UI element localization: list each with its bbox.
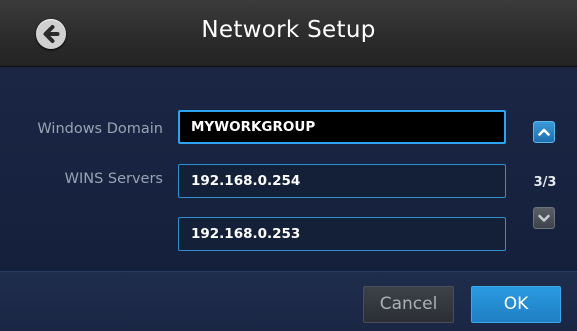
scroll-up-button[interactable] <box>533 121 555 143</box>
chevron-down-icon <box>538 214 550 222</box>
network-setup-screen: Network Setup Windows Domain WINS Server… <box>0 0 577 331</box>
footer-bar: Cancel OK <box>0 271 577 331</box>
wins-server-1-input[interactable] <box>178 164 506 198</box>
scroll-down-button[interactable] <box>533 207 555 229</box>
wins-server-2-input[interactable] <box>178 217 506 251</box>
windows-domain-input[interactable] <box>178 110 506 144</box>
ok-button[interactable]: OK <box>471 286 561 323</box>
wins-servers-label: WINS Servers <box>64 171 163 187</box>
chevron-up-icon <box>538 128 550 136</box>
form-area: Windows Domain WINS Servers 3/3 <box>0 67 577 271</box>
windows-domain-label: Windows Domain <box>37 121 163 137</box>
cancel-button[interactable]: Cancel <box>363 286 454 323</box>
page-title: Network Setup <box>201 17 376 43</box>
header-bar: Network Setup <box>0 0 577 67</box>
page-indicator: 3/3 <box>533 175 557 190</box>
